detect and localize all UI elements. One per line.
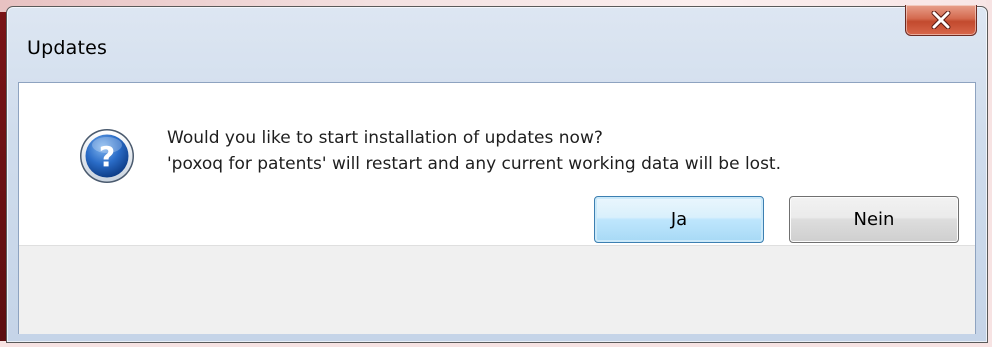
- title-bar[interactable]: Updates: [7, 5, 987, 77]
- dialog-message: Would you like to start installation of …: [167, 125, 781, 177]
- yes-button[interactable]: Ja: [594, 196, 764, 243]
- window-title: Updates: [27, 37, 108, 59]
- message-line-1: Would you like to start installation of …: [167, 128, 603, 148]
- close-button[interactable]: [905, 5, 977, 36]
- no-button[interactable]: Nein: [789, 196, 959, 243]
- button-bar: [19, 245, 975, 334]
- question-icon: ?: [80, 129, 134, 183]
- dialog-window: Updates ? Would you like to start instal…: [6, 5, 988, 343]
- message-line-2: 'poxoq for patents' will restart and any…: [167, 154, 781, 174]
- close-icon: [931, 11, 951, 29]
- svg-text:?: ?: [99, 140, 115, 173]
